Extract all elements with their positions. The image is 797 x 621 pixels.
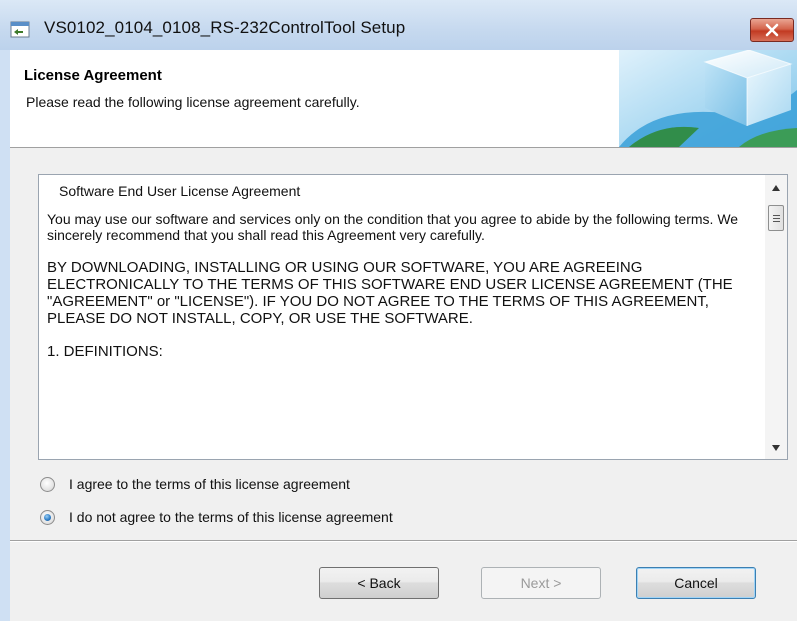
close-icon (765, 23, 779, 37)
next-button-label: Next > (520, 575, 562, 591)
title-bar[interactable]: VS0102_0104_0108_RS-232ControlTool Setup (0, 0, 797, 50)
scroll-thumb[interactable] (768, 205, 784, 231)
window-title: VS0102_0104_0108_RS-232ControlTool Setup (44, 18, 406, 37)
agree-option[interactable]: I agree to the terms of this license agr… (40, 473, 350, 495)
license-paragraph: You may use our software and services on… (47, 211, 739, 243)
button-divider (10, 540, 797, 542)
cancel-button-label: Cancel (674, 575, 718, 591)
disagree-option[interactable]: I do not agree to the terms of this lice… (40, 506, 393, 528)
agree-radio[interactable] (40, 476, 55, 492)
disagree-option-label: I do not agree to the terms of this lice… (69, 509, 393, 525)
scroll-up-button[interactable] (765, 177, 787, 199)
scroll-down-button[interactable] (765, 437, 787, 459)
license-text: Software End User License Agreement You … (39, 175, 761, 459)
back-button-label: < Back (357, 575, 401, 591)
license-paragraph: BY DOWNLOADING, INSTALLING OR USING OUR … (47, 259, 733, 327)
page-subtitle: Please read the following license agreem… (26, 94, 360, 110)
license-text-box[interactable]: Software End User License Agreement You … (38, 174, 788, 460)
disagree-radio[interactable] (40, 509, 55, 525)
dialog-client-area: License Agreement Please read the follow… (10, 49, 797, 621)
setup-window: VS0102_0104_0108_RS-232ControlTool Setup… (0, 0, 797, 621)
license-doc-title: Software End User License Agreement (59, 183, 301, 199)
cancel-button[interactable]: Cancel (636, 567, 756, 599)
vertical-scrollbar[interactable] (765, 175, 787, 459)
agree-option-label: I agree to the terms of this license agr… (69, 476, 350, 492)
close-button[interactable] (750, 18, 794, 42)
chevron-down-icon (772, 445, 780, 451)
license-section-heading: 1. DEFINITIONS: (47, 343, 163, 360)
header-panel: License Agreement Please read the follow… (10, 49, 797, 148)
page-title: License Agreement (24, 67, 162, 84)
back-button[interactable]: < Back (319, 567, 439, 599)
chevron-up-icon (772, 185, 780, 191)
setup-cube-globe-graphic (619, 49, 797, 147)
next-button[interactable]: Next > (481, 567, 601, 599)
installer-icon (10, 20, 32, 40)
